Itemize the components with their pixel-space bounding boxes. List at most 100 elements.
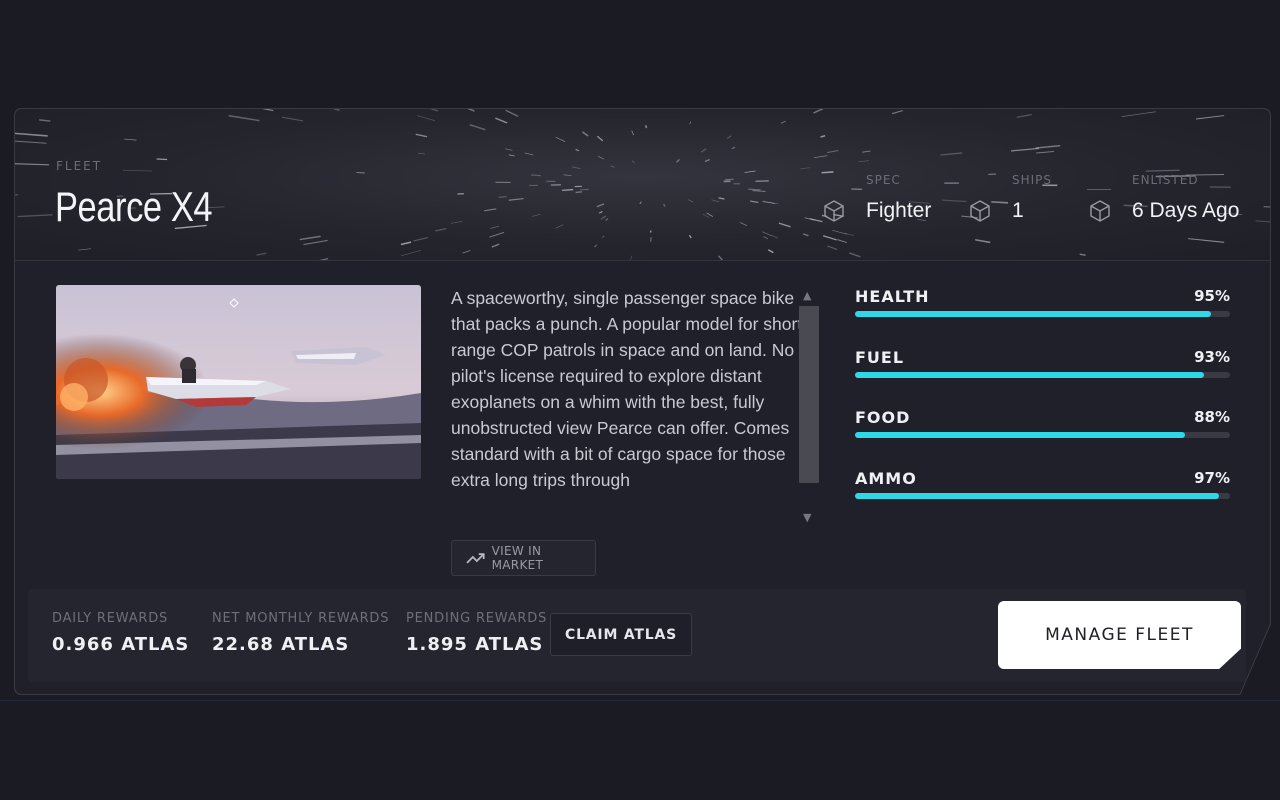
manage-fleet-button[interactable]: MANAGE FLEET (998, 601, 1241, 669)
star-streak (530, 174, 541, 177)
star-streak (820, 134, 826, 138)
star-streak (1016, 113, 1032, 119)
star-streak (415, 133, 428, 138)
meta-label: ENLISTED (1132, 173, 1199, 187)
stat-label: HEALTH (855, 287, 930, 306)
stat-fuel: FUEL 93% (855, 348, 1230, 409)
star-streak (450, 220, 463, 224)
pending-rewards: PENDING REWARDS 1.895 ATLAS (406, 611, 547, 655)
fleet-name: Pearce X4 (55, 183, 213, 230)
star-streak (725, 178, 734, 181)
star-streak (827, 245, 838, 251)
star-streak (1188, 238, 1225, 243)
stat-label: FOOD (855, 408, 911, 427)
star-streak (663, 203, 666, 207)
star-streak (281, 116, 304, 122)
star-streak (555, 136, 566, 142)
star-streak (837, 239, 847, 244)
star-streak (701, 148, 707, 153)
star-streak (991, 201, 1009, 204)
scroll-down-arrow[interactable]: ▼ (803, 511, 811, 524)
star-streak (891, 109, 903, 115)
star-streak (849, 252, 861, 258)
page-divider (0, 700, 1280, 701)
star-streak (711, 199, 720, 203)
reward-value: 1.895 ATLAS (406, 634, 544, 655)
reward-label: DAILY REWARDS (52, 611, 169, 626)
star-streak (1121, 111, 1156, 117)
star-streak (605, 218, 609, 221)
star-streak (763, 236, 769, 240)
star-streak (508, 197, 524, 201)
star-streak (631, 160, 635, 164)
star-streak (752, 190, 766, 192)
star-streak (778, 222, 791, 228)
star-streak (639, 201, 642, 205)
cube-icon (970, 200, 990, 222)
star-streak (555, 224, 564, 229)
star-streak (469, 124, 486, 131)
stat-ammo: AMMO 97% (855, 469, 1230, 530)
stat-bar-fill (855, 371, 1204, 378)
star-streak (303, 239, 328, 246)
view-in-market-button[interactable]: VIEW IN MARKET (451, 540, 596, 576)
star-streak (750, 200, 759, 204)
star-streak (123, 169, 153, 172)
star-streak (676, 158, 680, 163)
star-streak (744, 170, 756, 173)
reward-value: 22.68 ATLAS (212, 634, 350, 655)
star-streak (600, 215, 607, 220)
description-scroll[interactable]: A spaceworthy, single passenger space bi… (451, 285, 821, 525)
star-streak (15, 139, 47, 144)
stat-bar-track (855, 492, 1230, 499)
section-label: FLEET (56, 159, 103, 173)
star-streak (39, 119, 51, 122)
star-streak (580, 188, 589, 191)
star-streak (78, 248, 91, 251)
claim-atlas-button[interactable]: CLAIM ATLAS (550, 613, 692, 656)
star-streak (731, 146, 736, 150)
scroll-up-arrow[interactable]: ▲ (803, 289, 811, 302)
star-streak (462, 250, 471, 254)
meta-label: SHIPS (1012, 173, 1053, 187)
stat-health: HEALTH 95% (855, 287, 1230, 348)
star-streak (524, 152, 534, 156)
star-streak (1263, 206, 1270, 209)
star-streak (508, 154, 515, 157)
star-streak (762, 201, 775, 204)
stat-label: FUEL (855, 347, 905, 367)
star-streak (417, 115, 436, 122)
star-streak (800, 167, 811, 170)
star-streak (702, 213, 709, 218)
star-streak (413, 237, 429, 242)
star-streak (562, 188, 574, 192)
stat-label: AMMO (855, 468, 917, 488)
scrollbar-thumb[interactable] (799, 306, 819, 483)
star-streak (495, 117, 508, 124)
star-streak (718, 197, 725, 200)
star-streak (156, 158, 168, 161)
stat-bar-fill (855, 432, 1185, 438)
star-streak (813, 109, 824, 114)
star-streak (256, 252, 267, 256)
star-streak (941, 199, 967, 203)
star-streak (767, 249, 774, 254)
star-streak (1035, 145, 1061, 149)
star-streak (706, 212, 713, 217)
star-streak (804, 217, 815, 221)
star-streak (974, 239, 991, 244)
star-streak (596, 203, 605, 208)
stat-value: 88% (1194, 408, 1230, 426)
view-in-market-label: VIEW IN MARKET (491, 544, 544, 572)
ship-image (56, 285, 421, 479)
star-streak (748, 188, 761, 191)
star-streak (762, 231, 773, 237)
star-streak (15, 131, 48, 137)
star-streak (498, 196, 507, 198)
stat-food: FOOD 88% (855, 408, 1230, 469)
star-streak (739, 221, 748, 227)
fleet-header: FLEET Pearce X4 SPEC Fighter SHIPS 1 ENL… (15, 109, 1270, 261)
star-streak (1145, 169, 1180, 172)
star-streak (597, 155, 605, 160)
star-streak (228, 114, 260, 122)
